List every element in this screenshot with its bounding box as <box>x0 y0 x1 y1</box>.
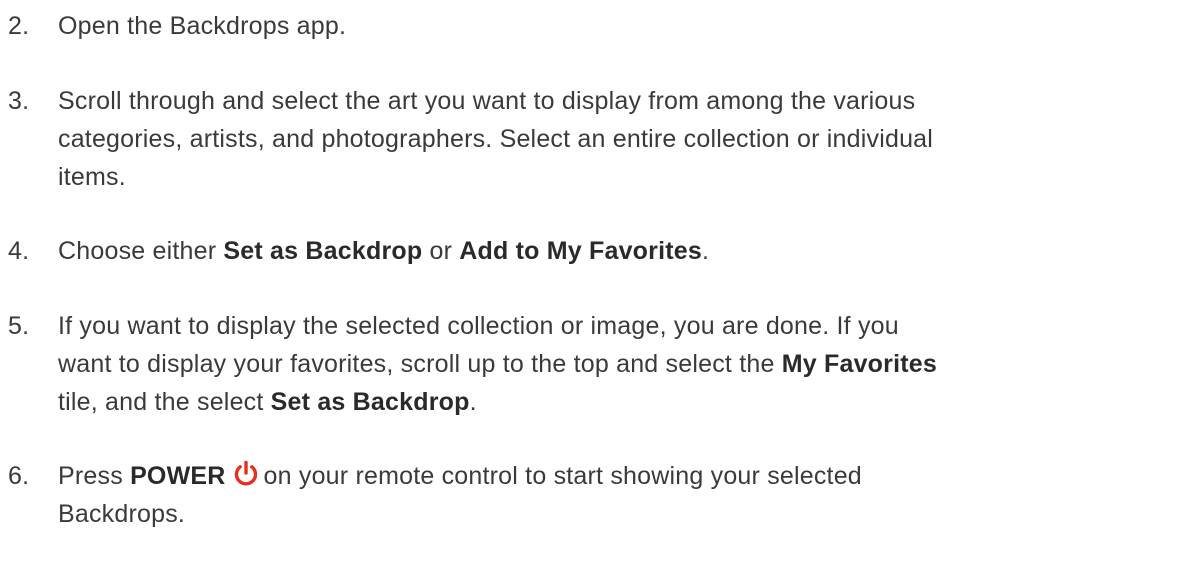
set-as-backdrop-label: Set as Backdrop <box>223 237 423 265</box>
step-text: tile, and the select <box>58 388 271 416</box>
step-text: categories, artists, and photographers. … <box>58 125 934 153</box>
add-to-my-favorites-label: Add to My Favorites <box>459 237 702 265</box>
step-text: If you want to display the selected coll… <box>58 312 899 340</box>
power-icon <box>232 460 260 488</box>
step-number: 2. <box>8 12 30 40</box>
power-label: POWER <box>130 462 226 490</box>
my-favorites-label: My Favorites <box>781 350 937 378</box>
step-line: 3. Scroll through and select the art you … <box>8 82 1198 120</box>
step-text: Choose either <box>58 237 224 265</box>
step-text: Backdrops. <box>58 500 186 528</box>
step-number: 5. <box>8 312 30 340</box>
step-line: 6. Press POWER on your remote control to s… <box>8 457 1198 495</box>
step-text: items. <box>58 163 126 191</box>
step-text: Open the Backdrops app. <box>58 12 347 40</box>
step-line: 5. If you want to display the selected co… <box>8 307 1198 345</box>
step-6: 6. Press POWER on your remote control to s… <box>8 457 1198 533</box>
step-number: 3. <box>8 87 30 115</box>
step-line: 4. Choose either Set as Backdrop or Add t… <box>8 232 1198 270</box>
step-5: 5. If you want to display the selected co… <box>8 307 1198 421</box>
step-text: . <box>469 388 477 416</box>
step-4: 4. Choose either Set as Backdrop or Add t… <box>8 232 1198 270</box>
step-text: Press <box>58 462 131 490</box>
step-text: Scroll through and select the art you wa… <box>58 87 916 115</box>
step-line: tile, and the select Set as Backdrop. <box>8 383 1198 421</box>
step-line: want to display your favorites, scroll u… <box>8 345 1198 383</box>
step-line: categories, artists, and photographers. … <box>8 120 1198 158</box>
step-text: want to display your favorites, scroll u… <box>58 350 782 378</box>
step-text: . <box>701 237 710 265</box>
step-text: or <box>422 237 460 265</box>
instruction-steps: 2. Open the Backdrops app. 3. Scroll throu… <box>0 0 1202 582</box>
step-line: items. <box>8 158 1198 196</box>
set-as-backdrop-label: Set as Backdrop <box>270 388 470 416</box>
step-3: 3. Scroll through and select the art you … <box>8 82 1198 196</box>
step-line: Backdrops. <box>8 495 1198 533</box>
step-number: 6. <box>8 462 30 490</box>
step-line: 2. Open the Backdrops app. <box>8 7 1198 45</box>
step-number: 4. <box>8 237 30 265</box>
step-text: on your remote control to start showing … <box>263 462 862 490</box>
step-2: 2. Open the Backdrops app. <box>8 7 1198 45</box>
